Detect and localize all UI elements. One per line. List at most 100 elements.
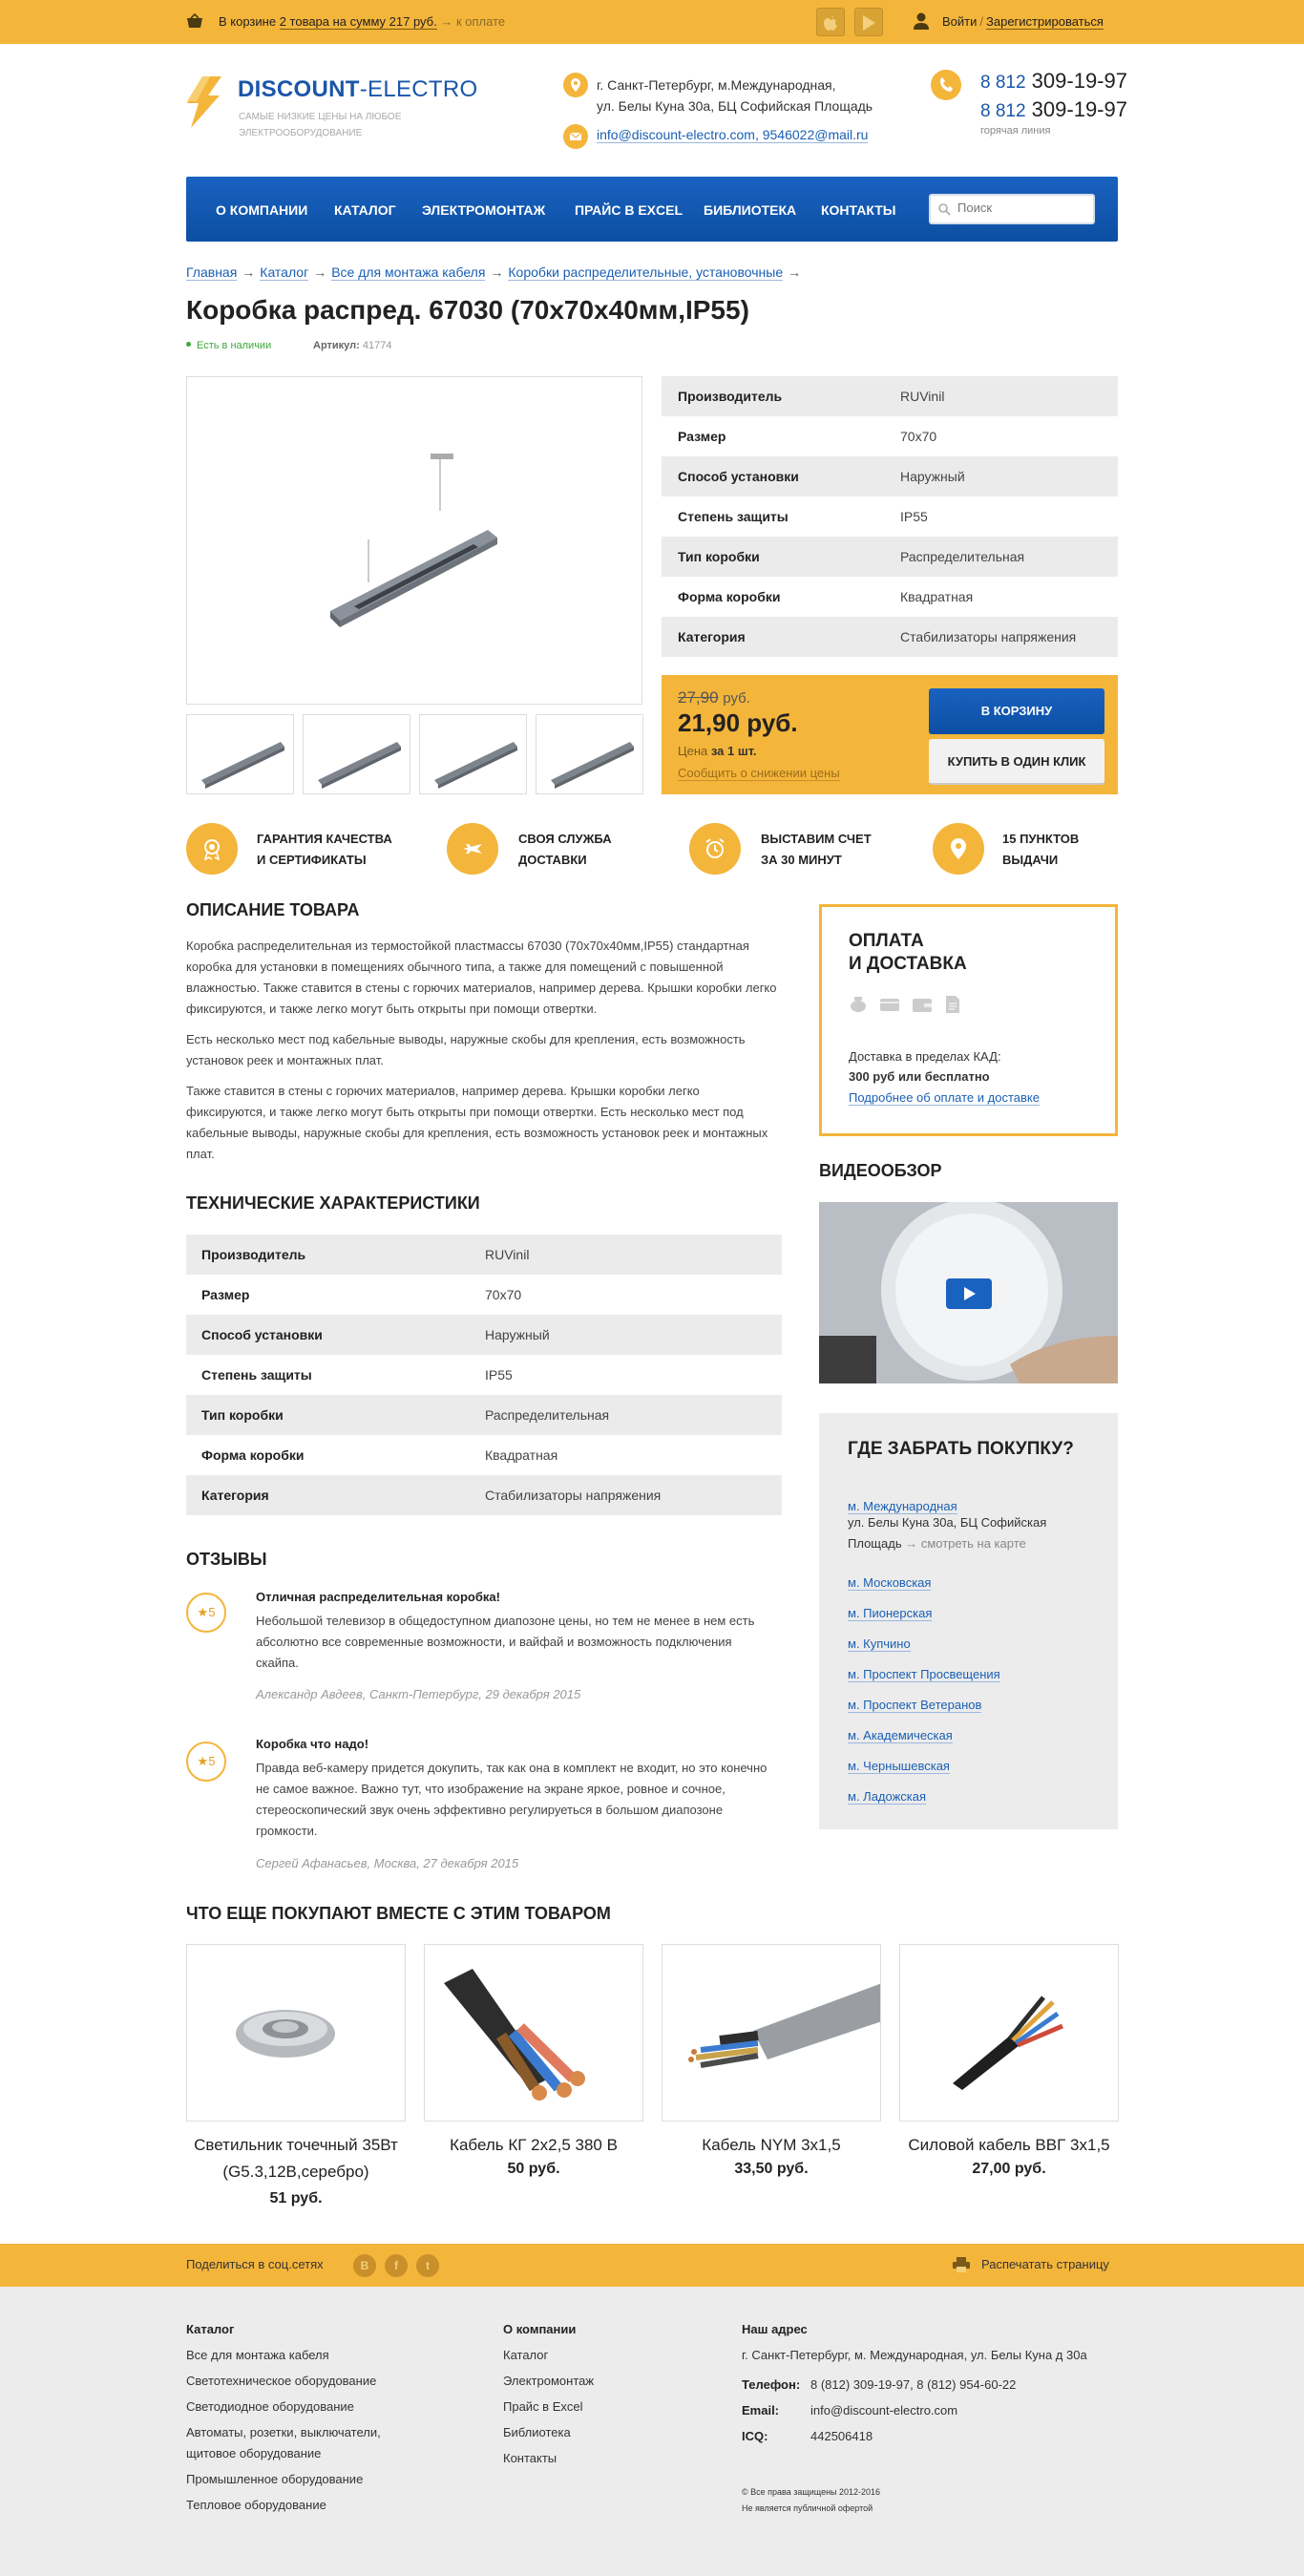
nav-item-about[interactable]: О компании: [216, 202, 307, 218]
nav-item-contacts[interactable]: Контакты: [821, 202, 895, 218]
footer-link[interactable]: Тепловое оборудование: [186, 2495, 326, 2516]
add-to-cart-button[interactable]: В корзину: [929, 688, 1104, 734]
payment-heading: Оплата и доставка: [849, 930, 967, 976]
footer-address-heading: Наш адрес: [742, 2322, 808, 2336]
product-main-image[interactable]: [186, 376, 642, 705]
spec-row: Производитель RUVinil: [186, 1235, 782, 1275]
spec-value: Распределительная: [900, 549, 1025, 564]
breadcrumb-boxes[interactable]: Коробки распределительные, установочные: [508, 264, 784, 281]
old-price-currency: руб.: [723, 690, 750, 707]
phone-1[interactable]: 8 812 309-19-97: [980, 69, 1127, 94]
breadcrumb-cable[interactable]: Все для монтажа кабеля: [331, 264, 486, 281]
nav-item-catalog[interactable]: Каталог: [334, 202, 396, 218]
product-card-image[interactable]: [424, 1944, 643, 2122]
medal-icon: [186, 823, 238, 875]
product-name[interactable]: Светильник точечный 35Вт (G5.3,12В,сереб…: [177, 2132, 415, 2185]
pickup-metro-item[interactable]: м. Проспект Ветеранов: [848, 1698, 982, 1713]
search-icon[interactable]: [938, 203, 951, 216]
pickup-metro-item[interactable]: м. Пионерская: [848, 1606, 933, 1621]
basket-icon[interactable]: [186, 13, 203, 29]
spec-value: Квадратная: [900, 589, 974, 604]
pickup-metro-item[interactable]: м. Проспект Просвещения: [848, 1667, 1000, 1682]
cable-nym-image: [688, 1983, 880, 2068]
cart-link[interactable]: 2 товара на сумму 217 руб.: [279, 14, 437, 30]
logo-text[interactable]: DISCOUNT-ELECTRO: [238, 76, 477, 103]
cable-vvg-image: [953, 1995, 1063, 2090]
document-icon: [946, 996, 959, 1013]
footer-link[interactable]: Контакты: [503, 2448, 557, 2469]
printer-icon[interactable]: [953, 2257, 970, 2272]
delivery-info: Доставка в пределах КАД: 300 руб или бесп…: [849, 1046, 1001, 1087]
breadcrumb-sep: →: [490, 264, 504, 280]
print-page-link[interactable]: Распечатать страницу: [981, 2257, 1109, 2271]
login-link[interactable]: Войти: [942, 14, 977, 29]
delivery-info-line: Доставка в пределах КАД:: [849, 1049, 1001, 1064]
footer-link[interactable]: Библиотека: [503, 2422, 571, 2443]
pickup-metro-item[interactable]: м. Чернышевская: [848, 1759, 950, 1774]
nav-item-library[interactable]: Библиотека: [704, 202, 796, 218]
gallery-thumb-4[interactable]: [536, 714, 643, 794]
gallery-thumb-1[interactable]: [186, 714, 294, 794]
vk-icon[interactable]: В: [353, 2254, 376, 2277]
spec-value: Наружный: [900, 469, 965, 484]
footer-link[interactable]: Светотехническое оборудование: [186, 2371, 376, 2392]
footer-link[interactable]: Автоматы, розетки, выключатели, щитовое …: [186, 2422, 406, 2464]
spec-value: IP55: [900, 509, 928, 524]
feature-quality: Гарантия качества и сертификаты: [257, 829, 392, 871]
card-icon: [880, 999, 899, 1011]
spec-key: Форма коробки: [201, 1447, 305, 1463]
phone-2[interactable]: 8 812 309-19-97: [980, 97, 1127, 122]
footer-link[interactable]: Прайс в Excel: [503, 2397, 582, 2418]
review-text: Небольшой телевизор в общедоступном диап…: [256, 1614, 755, 1670]
footer-link[interactable]: Промышленное оборудование: [186, 2469, 363, 2490]
gallery-thumb-3[interactable]: [419, 714, 527, 794]
facebook-icon[interactable]: f: [385, 2254, 408, 2277]
map-link[interactable]: → смотреть на карте: [905, 1536, 1026, 1551]
product-card-image[interactable]: [186, 1944, 406, 2122]
plane-icon: [447, 823, 498, 875]
twitter-icon[interactable]: t: [416, 2254, 439, 2277]
copyright-line: © Все права защищены 2012-2016: [742, 2487, 881, 2497]
search-input[interactable]: [957, 201, 1089, 215]
footer-email-value[interactable]: info@discount-electro.com: [810, 2403, 957, 2418]
footer-link[interactable]: Электромонтаж: [503, 2371, 594, 2392]
product-name[interactable]: Силовой кабель ВВГ 3х1,5: [890, 2132, 1128, 2159]
footer-icq: ICQ: 442506418: [742, 2426, 873, 2447]
one-click-buy-button[interactable]: Купить в один клик: [929, 739, 1104, 785]
spec-row: Степень защиты IP55: [186, 1355, 782, 1395]
alarm-clock-icon: [689, 823, 741, 875]
pickup-metro-item[interactable]: м. Московская: [848, 1575, 932, 1591]
product-name[interactable]: Кабель КГ 2х2,5 380 В: [414, 2132, 653, 2159]
google-play-badge[interactable]: [854, 8, 883, 36]
pickup-metro-item[interactable]: м. Ладожская: [848, 1789, 927, 1805]
header-email[interactable]: info@discount-electro.com, 9546022@mail.…: [597, 127, 869, 143]
checkout-link[interactable]: → к оплате: [440, 14, 505, 29]
nav-item-price[interactable]: Прайс в Excel: [575, 202, 683, 218]
product-name[interactable]: Кабель NYM 3х1,5: [652, 2132, 891, 2159]
play-button[interactable]: [946, 1278, 992, 1309]
pickup-metro-item[interactable]: м. Купчино: [848, 1636, 911, 1652]
footer-icq-value: 442506418: [810, 2429, 873, 2443]
nav-item-electro[interactable]: Электромонтаж: [422, 202, 545, 218]
price-drop-notify-link[interactable]: Сообщить о снижении цены: [678, 766, 840, 781]
payment-details-link[interactable]: Подробнее об оплате и доставке: [849, 1090, 1040, 1106]
gallery-thumb-2[interactable]: [303, 714, 410, 794]
payment-heading-line: Оплата: [849, 931, 924, 951]
product-card-image[interactable]: [662, 1944, 881, 2122]
spec-row: Степень защиты IP55: [662, 496, 1118, 537]
product-card-image[interactable]: [899, 1944, 1119, 2122]
logo-bolt-icon[interactable]: [185, 76, 223, 128]
breadcrumb-catalog[interactable]: Каталог: [260, 264, 309, 281]
tech-heading: Технические характеристики: [186, 1193, 480, 1213]
footer-link[interactable]: Все для монтажа кабеля: [186, 2345, 329, 2366]
footer-link[interactable]: Светодиодное оборудование: [186, 2397, 354, 2418]
video-player[interactable]: [819, 1202, 1118, 1383]
register-link[interactable]: Зарегистрироваться: [986, 14, 1104, 30]
pickup-metro-item[interactable]: м. Академическая: [848, 1728, 953, 1743]
page-title: Коробка распред. 67030 (70х70х40мм,IP55): [186, 295, 749, 325]
footer-link[interactable]: Каталог: [503, 2345, 548, 2366]
stock-status: Есть в наличии: [186, 340, 271, 351]
app-store-badge[interactable]: [816, 8, 845, 36]
breadcrumb-home[interactable]: Главная: [186, 264, 238, 281]
search-box[interactable]: [929, 194, 1095, 224]
